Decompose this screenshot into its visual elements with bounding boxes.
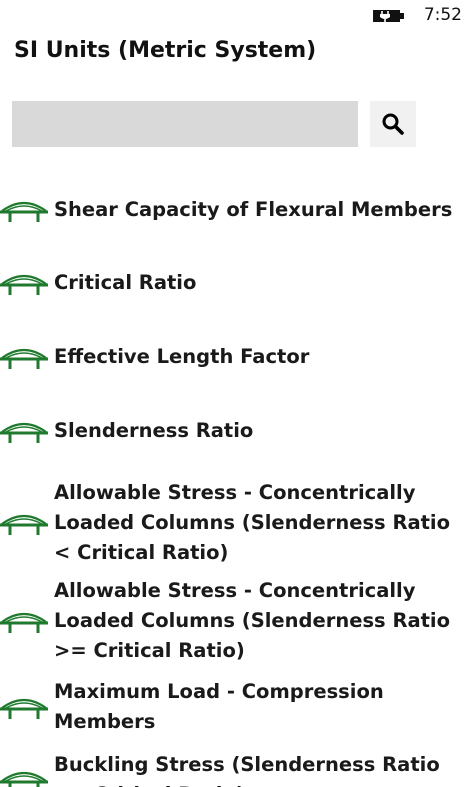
bridge-icon [0,608,48,634]
list-item[interactable]: Shear Capacity of Flexural Members [0,190,472,230]
list-item-label: Effective Length Factor [54,345,310,368]
page-title: SI Units (Metric System) [14,38,317,63]
list-item[interactable]: Allowable Stress - Concentrically Loaded… [0,576,472,666]
list-item-label: Shear Capacity of Flexural Members [54,198,453,221]
list-item-label: Slenderness Ratio [54,419,254,442]
topic-list: Shear Capacity of Flexural Members Critic… [0,160,472,787]
list-item-label: Allowable Stress - Concentrically Loaded… [54,579,451,662]
battery-charging-icon [373,10,404,22]
clock: 7:52 [423,5,462,25]
list-item[interactable]: Critical Ratio [0,263,472,303]
status-bar: 7:52 [0,0,472,32]
bridge-icon [0,510,48,536]
list-item[interactable]: Effective Length Factor [0,337,472,377]
list-item[interactable]: Slenderness Ratio [0,411,472,451]
bridge-icon [0,418,48,444]
list-item[interactable]: Allowable Stress - Concentrically Loaded… [0,478,472,568]
search-input[interactable] [12,101,358,147]
list-item-label: Critical Ratio [54,271,197,294]
bridge-icon [0,197,48,223]
search-icon [382,113,404,135]
bridge-icon [0,767,48,787]
search-button[interactable] [370,101,416,147]
list-item[interactable]: Maximum Load - Compression Members [0,677,472,737]
list-item-label: Buckling Stress (Slenderness Ratio <= Cr… [54,753,440,787]
list-item-label: Allowable Stress - Concentrically Loaded… [54,481,451,564]
list-item-label: Maximum Load - Compression Members [54,680,384,733]
bridge-icon [0,694,48,720]
bridge-icon [0,270,48,296]
list-item[interactable]: Buckling Stress (Slenderness Ratio <= Cr… [0,750,472,787]
bridge-icon [0,344,48,370]
